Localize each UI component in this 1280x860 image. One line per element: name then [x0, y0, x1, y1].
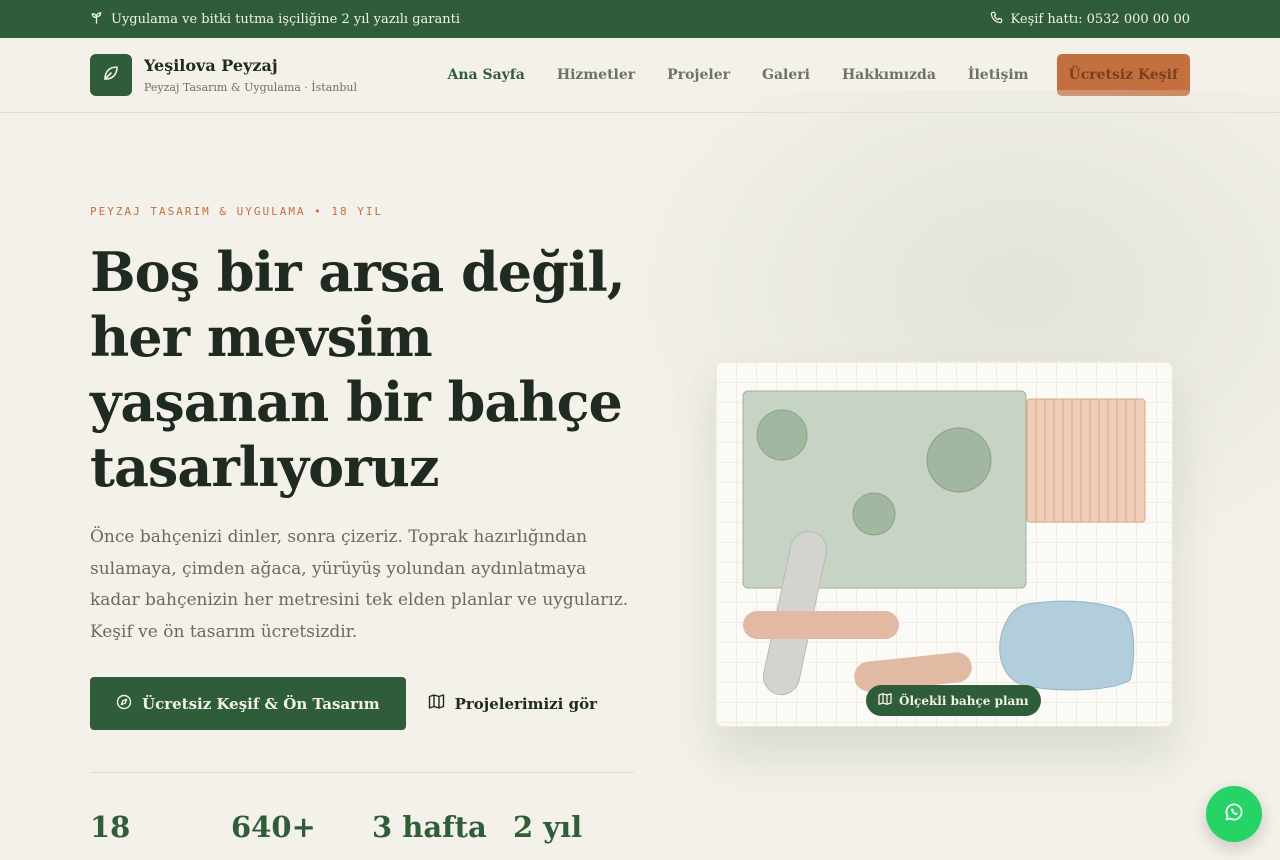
- stat-duration: 3 hafta: [372, 810, 487, 844]
- guarantee-notice: Uygulama ve bitki tutma işçiliğine 2 yıl…: [90, 11, 460, 28]
- nav-item-services[interactable]: Hizmetler: [557, 67, 635, 83]
- free-survey-design-button[interactable]: Ücretsiz Keşif & Ön Tasarım: [90, 677, 406, 730]
- stats-divider: [90, 772, 634, 773]
- whatsapp-button[interactable]: [1206, 786, 1262, 842]
- guarantee-text: Uygulama ve bitki tutma işçiliğine 2 yıl…: [111, 11, 460, 27]
- tree: [852, 492, 896, 536]
- nav-item-gallery[interactable]: Galeri: [762, 67, 810, 83]
- garden-path: [743, 611, 899, 639]
- main-nav: Ana Sayfa Hizmetler Projeler Galeri Hakk…: [447, 54, 1190, 96]
- brand-name: Yeşilova Peyzaj: [144, 56, 278, 75]
- logo: [90, 54, 132, 96]
- stats-row: 18 640+ 3 hafta 2 yıl: [90, 810, 654, 844]
- hero-eyebrow: PEYZAJ TASARIM & UYGULAMA • 18 YIL: [90, 205, 384, 218]
- sprout-icon: [90, 11, 103, 28]
- compass-icon: [116, 694, 132, 714]
- whatsapp-icon: [1223, 801, 1245, 827]
- map-icon: [878, 692, 892, 709]
- view-projects-link[interactable]: Projelerimizi gör: [428, 693, 597, 714]
- phone-link[interactable]: Keşif hattı: 0532 000 00 00: [990, 11, 1190, 28]
- site-header: Yeşilova Peyzaj Peyzaj Tasarım & Uygulam…: [0, 38, 1280, 113]
- stat-projects: 640+: [231, 810, 316, 844]
- phone-icon: [990, 11, 1003, 28]
- map-icon: [428, 693, 445, 714]
- nav-item-home[interactable]: Ana Sayfa: [447, 67, 524, 83]
- brand[interactable]: Yeşilova Peyzaj Peyzaj Tasarım & Uygulam…: [90, 54, 357, 96]
- brand-tagline: Peyzaj Tasarım & Uygulama · İstanbul: [144, 81, 357, 94]
- hero-headline: Boş bir arsa değil, her mevsim yaşanan b…: [90, 240, 626, 499]
- stat-years: 18: [90, 810, 131, 844]
- nav-item-about[interactable]: Hakkımızda: [842, 67, 936, 83]
- pond: [999, 600, 1135, 691]
- hero-lead: Önce bahçenizi dinler, sonra çizeriz. To…: [90, 527, 629, 642]
- plan-badge-label: Ölçekli bahçe planı: [899, 693, 1029, 708]
- phone-text: Keşif hattı: 0532 000 00 00: [1010, 11, 1190, 27]
- plan-badge: Ölçekli bahçe planı: [866, 685, 1041, 716]
- brand-text: Yeşilova Peyzaj Peyzaj Tasarım & Uygulam…: [144, 56, 357, 94]
- stat-warranty: 2 yıl: [513, 810, 583, 844]
- garden-plan-card: Ölçekli bahçe planı: [715, 361, 1173, 727]
- free-survey-button[interactable]: Ücretsiz Keşif: [1056, 54, 1190, 96]
- garden-plan-drawing: [742, 390, 1146, 696]
- leaf-icon: [101, 63, 121, 87]
- top-bar: Uygulama ve bitki tutma işçiliğine 2 yıl…: [0, 0, 1280, 38]
- tree: [756, 409, 808, 461]
- nav-item-contact[interactable]: İletişim: [968, 67, 1029, 83]
- hero-actions: Ücretsiz Keşif & Ön Tasarım Projelerimiz…: [90, 677, 597, 730]
- secondary-button-label: Projelerimizi gör: [454, 694, 597, 713]
- tree: [926, 427, 992, 493]
- primary-button-label: Ücretsiz Keşif & Ön Tasarım: [142, 694, 380, 713]
- nav-item-projects[interactable]: Projeler: [667, 67, 730, 83]
